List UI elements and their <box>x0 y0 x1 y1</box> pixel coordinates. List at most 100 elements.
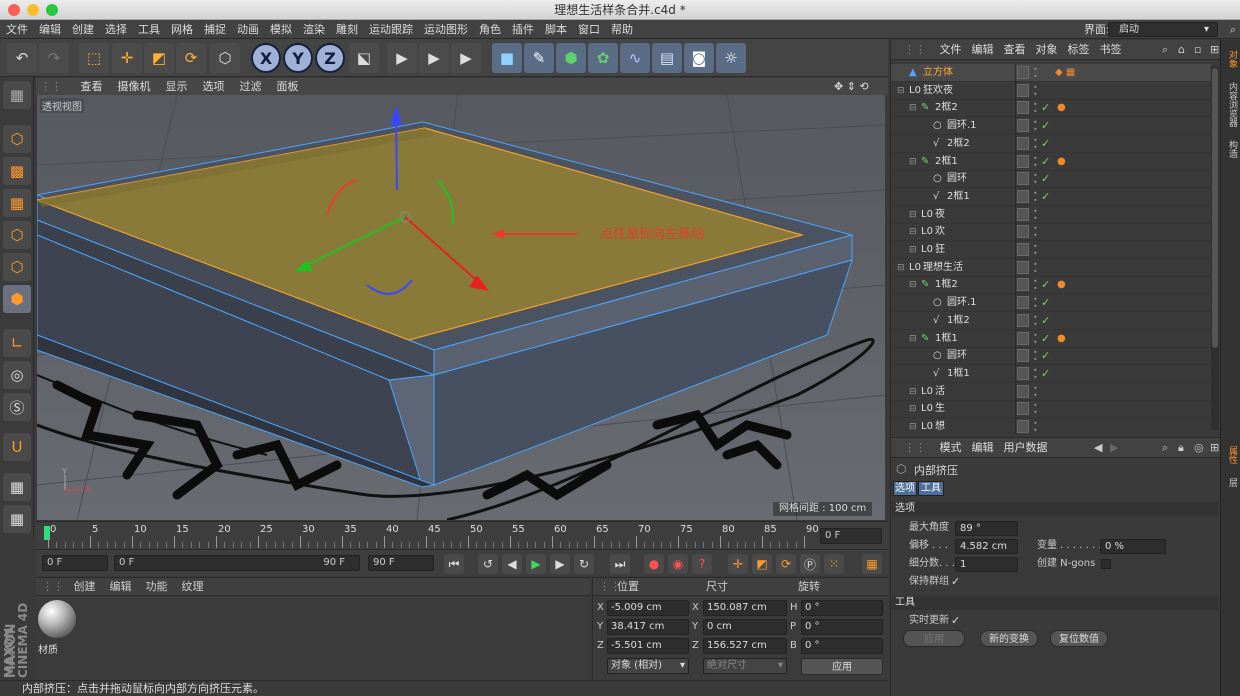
timeline-end-field[interactable]: 0 F <box>820 528 882 544</box>
menu-select[interactable]: 选择 <box>105 23 127 36</box>
object-name[interactable]: 2框2 <box>947 135 970 153</box>
obj-menu-objects[interactable]: 对象 <box>1036 43 1058 56</box>
add-camera-button[interactable]: ◙ <box>684 43 714 73</box>
object-tag-icon[interactable]: ● <box>1057 99 1066 117</box>
prev-frame-button[interactable]: ◀ <box>502 554 522 574</box>
tweak-mode-button[interactable]: ◎ <box>3 361 31 389</box>
attr-apply-button[interactable]: 应用 <box>903 630 965 647</box>
add-floor-button[interactable]: ▤ <box>652 43 682 73</box>
vp-menu-display[interactable]: 显示 <box>166 80 188 93</box>
pos-x-field[interactable]: -5.009 cm <box>607 600 689 616</box>
visibility-dots[interactable]: • • <box>1033 136 1038 151</box>
scale-tool-button[interactable]: ◩ <box>144 43 174 73</box>
object-name[interactable]: 1框1 <box>947 365 970 383</box>
key-parameter-button[interactable]: Ⓟ <box>800 554 820 574</box>
object-row[interactable]: ⊟ L0 活 • • <box>891 382 1211 401</box>
layer-color-swatch[interactable] <box>1017 189 1029 203</box>
layer-color-swatch[interactable] <box>1017 384 1029 398</box>
visibility-dots[interactable]: • • <box>1033 83 1038 98</box>
texture-mode-button[interactable]: ▩ <box>3 157 31 185</box>
max-angle-field[interactable]: 89 ° <box>955 521 1018 536</box>
object-row[interactable]: ⊟ ✎ 1框1 • • ✓ ● <box>891 329 1211 348</box>
menu-character[interactable]: 角色 <box>479 23 501 36</box>
layer-color-swatch[interactable] <box>1017 207 1029 221</box>
size-mode-select[interactable]: 绝对尺寸 ▾ <box>703 658 787 674</box>
layer-color-swatch[interactable] <box>1017 154 1029 168</box>
object-name[interactable]: 1框2 <box>947 312 970 330</box>
object-row[interactable]: ○ 圆环.1 • • ✓ <box>891 294 1211 313</box>
perspective-viewport[interactable]: 透视视图 点住鼠标向左移动 网格间距 : 100 cm Y X <box>37 95 885 520</box>
menu-plugins[interactable]: 插件 <box>512 23 534 36</box>
lock-icon[interactable]: 🔒︎ <box>1178 438 1184 458</box>
visibility-dots[interactable]: • • <box>1033 243 1038 258</box>
vp-menu-cameras[interactable]: 摄像机 <box>118 80 151 93</box>
layer-color-swatch[interactable] <box>1017 260 1029 274</box>
visibility-dots[interactable]: • • <box>1033 119 1038 134</box>
search-icon[interactable]: ⌕ <box>1230 20 1236 39</box>
object-row[interactable]: ⊟ L0 理想生活 • • <box>891 258 1211 277</box>
key-position-button[interactable]: ✛ <box>728 554 748 574</box>
menu-create[interactable]: 创建 <box>72 23 94 36</box>
layer-color-swatch[interactable] <box>1017 66 1029 79</box>
redo-button[interactable]: ↷ <box>39 43 69 73</box>
object-name[interactable]: 狂 <box>935 241 945 259</box>
model-mode-button[interactable]: ⬡ <box>210 43 240 73</box>
expand-toggle-icon[interactable]: ⊟ <box>909 99 917 117</box>
menu-mograph[interactable]: 运动图形 <box>424 23 468 36</box>
obj-menu-edit[interactable]: 编辑 <box>972 43 994 56</box>
expand-panel-icon[interactable]: ⊞ <box>1210 40 1219 60</box>
goto-start-button[interactable]: ⏮ <box>444 554 464 574</box>
object-row[interactable]: √ 1框2 • • ✓ <box>891 311 1211 330</box>
coord-mode-select[interactable]: 对象 (相对) ▾ <box>607 658 689 674</box>
object-row[interactable]: ○ 圆环 • • ✓ <box>891 347 1211 366</box>
prev-key-button[interactable]: ↺ <box>478 554 498 574</box>
solo-button[interactable]: Ⓢ <box>3 393 31 421</box>
expand-toggle-icon[interactable]: ⊟ <box>909 383 917 401</box>
object-name[interactable]: 生 <box>935 400 945 418</box>
menu-tools[interactable]: 工具 <box>138 23 160 36</box>
visibility-dots[interactable]: • • <box>1033 260 1038 275</box>
next-key-button[interactable]: ↻ <box>574 554 594 574</box>
coord-apply-button[interactable]: 应用 <box>801 658 883 675</box>
visibility-dots[interactable]: • • <box>1033 172 1038 187</box>
menu-mesh[interactable]: 网格 <box>171 23 193 36</box>
key-scale-button[interactable]: ◩ <box>752 554 772 574</box>
obj-menu-bookmarks[interactable]: 书签 <box>1100 43 1122 56</box>
side-tab-attributes[interactable]: 属性 <box>1223 442 1239 468</box>
add-subdivision-button[interactable]: ⬢ <box>556 43 586 73</box>
model-mode-button[interactable]: ⬡ <box>3 125 31 153</box>
enabled-check-icon[interactable]: ✓ <box>1041 312 1050 330</box>
menu-animate[interactable]: 动画 <box>237 23 259 36</box>
layer-color-swatch[interactable] <box>1017 136 1029 150</box>
obj-menu-tags[interactable]: 标签 <box>1068 43 1090 56</box>
expand-toggle-icon[interactable]: ⊟ <box>909 276 917 294</box>
current-frame-field[interactable]: 0 F <box>42 555 108 571</box>
add-spline-button[interactable]: ✎ <box>524 43 554 73</box>
object-name[interactable]: 想 <box>935 418 945 434</box>
next-frame-button[interactable]: ▶ <box>550 554 570 574</box>
key-pla-button[interactable]: ⁙ <box>824 554 844 574</box>
layer-color-swatch[interactable] <box>1017 225 1029 239</box>
layer-color-swatch[interactable] <box>1017 83 1029 97</box>
subdivision-field[interactable]: 1 <box>955 557 1018 572</box>
expand-toggle-icon[interactable]: ⊟ <box>909 153 917 171</box>
add-cube-button[interactable]: ■ <box>492 43 522 73</box>
end-frame-field[interactable]: 90 F <box>368 555 434 571</box>
enabled-check-icon[interactable]: ✓ <box>1041 294 1050 312</box>
enabled-check-icon[interactable]: ✓ <box>1041 170 1050 188</box>
object-name[interactable]: 狂欢夜 <box>923 82 953 100</box>
vp-menu-filter[interactable]: 过滤 <box>240 80 262 93</box>
keyframe-selection-button[interactable]: ? <box>692 554 712 574</box>
layer-color-swatch[interactable] <box>1017 402 1029 416</box>
enabled-check-icon[interactable]: ✓ <box>1041 99 1050 117</box>
auto-key-button[interactable]: ◉ <box>668 554 688 574</box>
rot-b-field[interactable]: 0 ° <box>801 638 883 654</box>
layer-color-swatch[interactable] <box>1017 366 1029 380</box>
object-tag-icon[interactable]: ◆ ▦ <box>1055 64 1075 82</box>
layer-color-swatch[interactable] <box>1017 331 1029 345</box>
timeline-ruler[interactable]: 0 5 10 15 20 25 30 35 40 45 50 55 60 65 70 75 80 85 90 0 F <box>36 521 888 549</box>
layer-color-swatch[interactable] <box>1017 420 1029 433</box>
object-row[interactable]: ⊟ L0 夜 • • <box>891 205 1211 224</box>
visibility-dots[interactable]: • • <box>1033 402 1038 417</box>
menu-render[interactable]: 渲染 <box>303 23 325 36</box>
